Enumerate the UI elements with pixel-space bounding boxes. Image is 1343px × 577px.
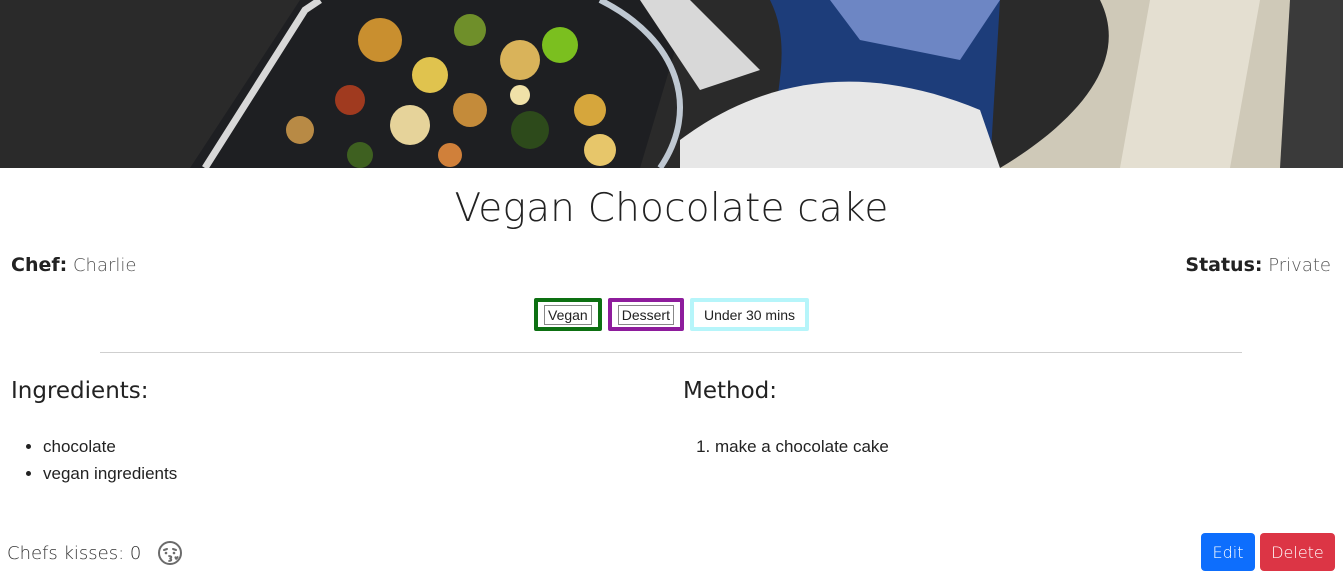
ingredients-list: chocolate vegan ingredients (43, 433, 177, 487)
tag-list: Vegan Dessert Under 30 mins (0, 298, 1343, 331)
chef-label: Chef: (11, 254, 68, 276)
divider (100, 352, 1242, 353)
chefs-kisses: Chefs kisses: 0 (7, 540, 183, 566)
status-value: Private (1268, 255, 1331, 276)
hero-image (0, 0, 1343, 168)
tag-dessert: Dessert (607, 298, 684, 331)
kisses-count: Chefs kisses: 0 (7, 542, 142, 564)
kissing-face-icon[interactable] (157, 540, 183, 566)
method-list: make a chocolate cake (715, 433, 889, 460)
ingredients-heading: Ingredients: (11, 378, 149, 404)
tag-under-30-mins: Under 30 mins (689, 298, 809, 331)
chef-name: Charlie (72, 255, 137, 276)
method-step: make a chocolate cake (715, 433, 889, 460)
status-info: Status: Private (1185, 254, 1331, 276)
recipe-title: Vegan Chocolate cake (454, 186, 889, 231)
edit-button[interactable]: Edit (1201, 533, 1255, 571)
method-heading: Method: (683, 378, 778, 404)
tag-vegan: Vegan (534, 298, 602, 331)
delete-button[interactable]: Delete (1260, 533, 1335, 571)
ingredient-item: vegan ingredients (43, 460, 177, 487)
chef-info: Chef: Charlie (11, 254, 136, 276)
status-label: Status: (1185, 254, 1263, 276)
ingredient-item: chocolate (43, 433, 177, 460)
